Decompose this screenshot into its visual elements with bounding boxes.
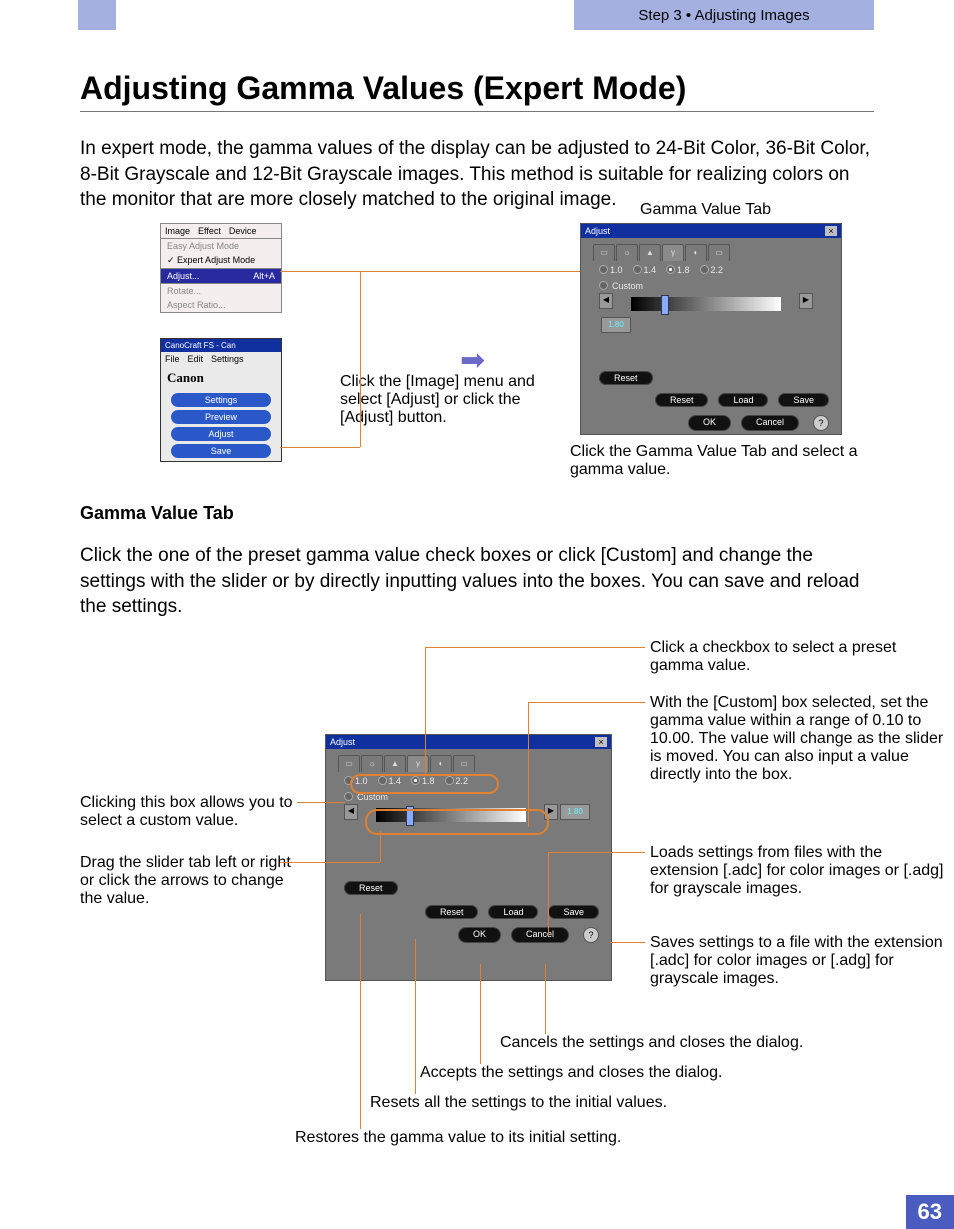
highlight-radios	[350, 774, 499, 794]
figure-2: Adjust × ▭ ☼ ▲ γ ◐ ▭ 1.0 1.4 1.8 2.2 Cus…	[80, 639, 874, 1169]
canon-settings[interactable]: Settings	[211, 354, 244, 364]
dialog-title-2: Adjust	[330, 737, 355, 747]
menu-aspect[interactable]: Aspect Ratio...	[161, 298, 281, 312]
highlight-slider	[365, 809, 549, 835]
canon-file[interactable]: File	[165, 354, 180, 364]
cancel-button[interactable]: Cancel	[741, 415, 799, 431]
menu-expert[interactable]: ✓ Expert Adjust Mode	[161, 253, 281, 268]
radio-1-4[interactable]: 1.4	[633, 265, 657, 275]
top-bar: Step 3 • Adjusting Images	[0, 0, 954, 30]
settings-button[interactable]: Settings	[171, 393, 271, 407]
gamma-slider[interactable]	[631, 297, 781, 311]
canon-panel: CanoCraft FS - Can File Edit Settings Ca…	[160, 338, 282, 462]
page-number: 63	[906, 1195, 954, 1229]
image-menu: Image Effect Device Easy Adjust Mode ✓ E…	[160, 223, 282, 313]
menu-easy[interactable]: Easy Adjust Mode	[161, 239, 281, 253]
ann-restore: Restores the gamma value to its initial …	[295, 1129, 695, 1147]
ann-custom: Clicking this box allows you to select a…	[80, 794, 295, 830]
menu-rotate[interactable]: Rotate...	[161, 284, 281, 298]
top-accent	[78, 0, 116, 30]
radio-1-0[interactable]: 1.0	[599, 265, 623, 275]
menu-effect[interactable]: Effect	[194, 224, 225, 238]
breadcrumb: Step 3 • Adjusting Images	[574, 0, 874, 30]
close-icon-2[interactable]: ×	[595, 737, 607, 747]
menu-device[interactable]: Device	[225, 224, 261, 238]
ann-ok: Accepts the settings and closes the dial…	[420, 1064, 820, 1082]
ann-save: Saves settings to a file with the extens…	[650, 934, 950, 988]
radio-2-2[interactable]: 2.2	[700, 265, 724, 275]
preview-button[interactable]: Preview	[171, 410, 271, 424]
canon-title: CanoCraft FS - Can	[161, 339, 281, 352]
canon-edit[interactable]: Edit	[188, 354, 204, 364]
ann-custom-range: With the [Custom] box selected, set the …	[650, 694, 950, 784]
tab-6[interactable]: ▭	[708, 244, 730, 261]
reset-button[interactable]: Reset	[599, 371, 653, 385]
adjust-button[interactable]: Adjust	[171, 427, 271, 441]
radio-custom[interactable]	[599, 281, 608, 290]
tabs: ▭ ☼ ▲ γ ◐ ▭	[593, 244, 841, 261]
slider-thumb[interactable]	[661, 295, 669, 315]
slider-left-icon[interactable]: ◀	[599, 293, 613, 309]
section-2-title: Gamma Value Tab	[80, 503, 874, 524]
adjust-dialog-2: Adjust × ▭ ☼ ▲ γ ◐ ▭ 1.0 1.4 1.8 2.2 Cus…	[325, 734, 612, 981]
tab-5[interactable]: ◐	[685, 244, 707, 261]
save-button[interactable]: Save	[171, 444, 271, 458]
radio-1-8[interactable]: 1.8	[666, 265, 690, 275]
ann-load: Loads settings from files with the exten…	[650, 844, 950, 898]
tab-1[interactable]: ▭	[593, 244, 615, 261]
ann-reset-all: Resets all the settings to the initial v…	[370, 1094, 720, 1112]
section-2-text: Click the one of the preset gamma value …	[80, 543, 874, 620]
close-icon[interactable]: ×	[825, 226, 837, 236]
ok-button[interactable]: OK	[688, 415, 731, 431]
right-caption: Click the Gamma Value Tab and select a g…	[570, 443, 880, 479]
page-title: Adjusting Gamma Values (Expert Mode)	[80, 70, 874, 112]
tab-gamma[interactable]: γ	[662, 244, 684, 261]
adjust-dialog: Adjust × ▭ ☼ ▲ γ ◐ ▭ 1.0 1.4 1.8 2.2 Cus…	[580, 223, 842, 435]
ann-slider: Drag the slider tab left or right or cli…	[80, 854, 295, 908]
dialog-title: Adjust	[585, 226, 610, 236]
figure-row-1: Gamma Value Tab Image Effect Device Easy…	[80, 223, 874, 503]
save-settings-button[interactable]: Save	[778, 393, 829, 407]
tab-2[interactable]: ☼	[616, 244, 638, 261]
tab-3[interactable]: ▲	[639, 244, 661, 261]
gamma-value[interactable]: 1.80	[601, 317, 631, 333]
load-button[interactable]: Load	[718, 393, 768, 407]
gamma-tab-label: Gamma Value Tab	[640, 201, 771, 219]
ann-preset: Click a checkbox to select a preset gamm…	[650, 639, 950, 675]
help-icon[interactable]: ?	[813, 415, 829, 431]
reset-all-button[interactable]: Reset	[655, 393, 709, 407]
menu-image[interactable]: Image	[161, 224, 194, 238]
ann-cancel: Cancels the settings and closes the dial…	[500, 1034, 880, 1052]
menu-adjust[interactable]: Adjust...Alt+A	[161, 269, 281, 283]
mid-caption: Click the [Image] menu and select [Adjus…	[340, 373, 550, 427]
slider-right-icon[interactable]: ▶	[799, 293, 813, 309]
canon-logo: Canon	[161, 366, 281, 390]
